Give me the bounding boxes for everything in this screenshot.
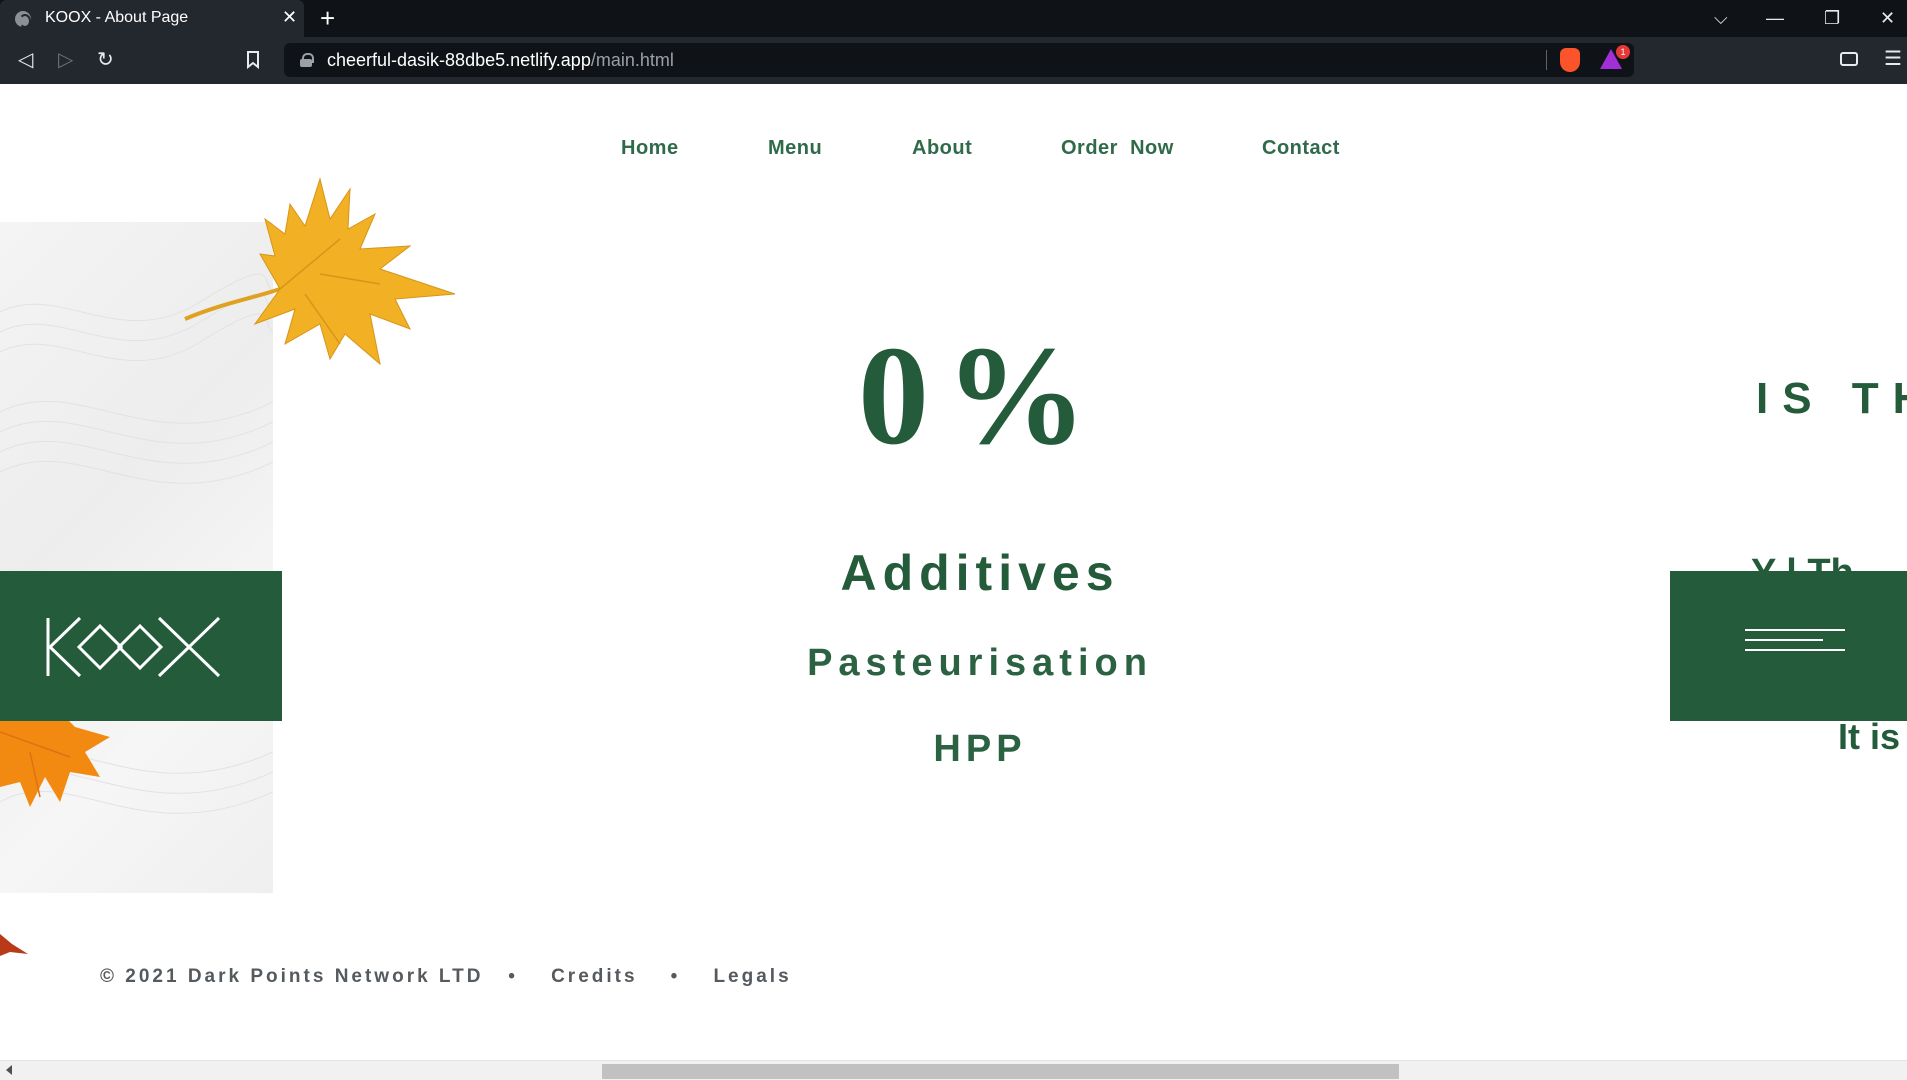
- hamburger-menu-button[interactable]: [1670, 571, 1907, 721]
- maple-leaf-icon: [184, 177, 456, 366]
- wallet-icon[interactable]: [1840, 52, 1858, 66]
- bookmark-button[interactable]: [246, 51, 260, 76]
- new-tab-button[interactable]: +: [320, 4, 335, 32]
- scroll-left-arrow-icon[interactable]: [6, 1065, 12, 1075]
- nav-link-contact[interactable]: Contact: [1262, 137, 1340, 160]
- horizontal-scrollbar[interactable]: [0, 1060, 1907, 1080]
- url-path: /main.html: [590, 50, 674, 70]
- nav-link-home[interactable]: Home: [621, 137, 679, 160]
- nav-link-about[interactable]: About: [912, 137, 972, 160]
- hero-item-pasteurisation: Pasteurisation: [807, 642, 1153, 684]
- reload-button[interactable]: ↻: [97, 49, 114, 71]
- hero-percent: 0%: [858, 316, 1103, 474]
- lock-icon: [300, 53, 314, 67]
- right-section-heading: IS TH: [1756, 374, 1907, 423]
- browser-toolbar: ◁ ▷ ↻ cheerful-dasik-88dbe5.netlify.app/…: [0, 37, 1907, 84]
- minimize-button[interactable]: —: [1766, 6, 1784, 30]
- globe-icon: [15, 11, 31, 28]
- hero-item-additives: Additives: [840, 545, 1120, 601]
- browser-tab-active[interactable]: KOOX - About Page ✕: [0, 0, 304, 37]
- url-separator: [1546, 50, 1547, 70]
- browser-menu-icon[interactable]: ☰: [1884, 49, 1902, 69]
- address-bar[interactable]: cheerful-dasik-88dbe5.netlify.app/main.h…: [284, 43, 1634, 77]
- brave-shield-icon[interactable]: [1560, 48, 1580, 72]
- page-viewport: Home Menu About Order Now Contact 0% Add…: [0, 84, 1907, 1060]
- red-leaf-icon: [0, 934, 28, 956]
- footer: © 2021 Dark Points Network LTD • Credits…: [100, 966, 792, 988]
- url-host: cheerful-dasik-88dbe5.netlify.app: [327, 50, 591, 70]
- restore-button[interactable]: ❐: [1824, 6, 1840, 30]
- footer-separator: •: [508, 966, 518, 987]
- footer-copyright: © 2021 Dark Points Network LTD: [100, 966, 484, 987]
- hamburger-icon: [1745, 627, 1845, 655]
- site-navigation: Home Menu About Order Now Contact: [0, 137, 1907, 167]
- nav-link-menu[interactable]: Menu: [768, 137, 822, 160]
- rewards-badge: 1: [1616, 45, 1630, 59]
- browser-tab-bar: KOOX - About Page ✕ + ⌵ — ❐ ✕: [0, 0, 1907, 37]
- footer-legals-link[interactable]: Legals: [713, 966, 791, 987]
- scrollbar-thumb[interactable]: [602, 1064, 1399, 1079]
- forward-button[interactable]: ▷: [58, 49, 73, 71]
- right-section-text: It is: [1838, 716, 1901, 757]
- bookmark-icon: [247, 51, 259, 70]
- hero-item-hpp: HPP: [933, 728, 1027, 770]
- tab-title: KOOX - About Page: [45, 9, 189, 26]
- back-button[interactable]: ◁: [18, 49, 33, 71]
- tab-search-icon[interactable]: ⌵: [1714, 6, 1728, 30]
- nav-link-order-now[interactable]: Order Now: [1061, 137, 1174, 160]
- footer-credits-link[interactable]: Credits: [551, 966, 637, 987]
- footer-separator: •: [670, 966, 681, 987]
- close-window-button[interactable]: ✕: [1880, 6, 1895, 30]
- url-text[interactable]: cheerful-dasik-88dbe5.netlify.app/main.h…: [327, 50, 674, 71]
- tab-close-icon[interactable]: ✕: [282, 7, 297, 27]
